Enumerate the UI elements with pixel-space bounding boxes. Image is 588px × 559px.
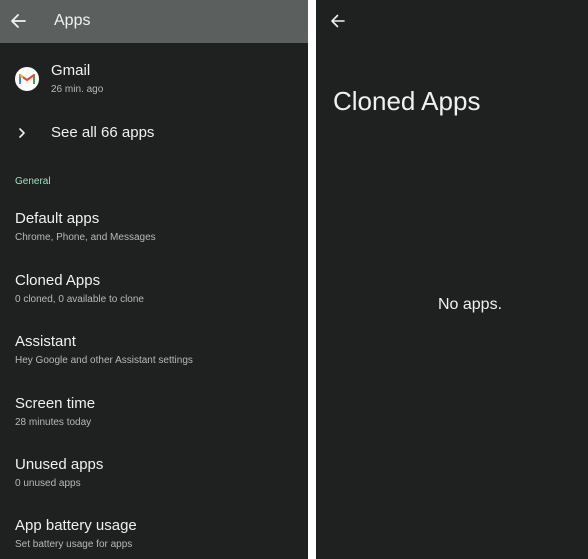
setting-unused-apps[interactable]: Unused apps 0 unused apps: [0, 456, 308, 506]
back-arrow-icon[interactable]: [9, 11, 27, 31]
setting-title: Assistant: [15, 333, 76, 350]
setting-title: App battery usage: [15, 517, 137, 534]
setting-summary: 0 unused apps: [15, 478, 81, 489]
apps-settings-screen: Apps Gmail 26 min. ago See all 66 apps G…: [0, 0, 308, 559]
setting-screen-time[interactable]: Screen time 28 minutes today: [0, 395, 308, 445]
page-title: Cloned Apps: [333, 86, 481, 116]
setting-summary: Set battery usage for apps: [15, 539, 133, 550]
see-all-apps-button[interactable]: See all 66 apps: [0, 116, 308, 150]
setting-summary: Chrome, Phone, and Messages: [15, 232, 156, 243]
setting-title: Screen time: [15, 395, 96, 412]
setting-summary: 28 minutes today: [15, 417, 92, 428]
recent-app-time: 26 min. ago: [51, 84, 104, 95]
setting-summary: 0 cloned, 0 available to clone: [15, 294, 144, 305]
setting-cloned-apps[interactable]: Cloned Apps 0 cloned, 0 available to clo…: [0, 272, 308, 322]
setting-title: Unused apps: [15, 456, 104, 473]
chevron-right-icon: [18, 126, 26, 144]
setting-summary: Hey Google and other Assistant settings: [15, 355, 193, 366]
empty-state-message: No apps.: [437, 296, 503, 313]
gmail-icon: [15, 67, 39, 91]
setting-default-apps[interactable]: Default apps Chrome, Phone, and Messages: [0, 210, 308, 260]
page-title: Apps: [54, 12, 91, 29]
setting-app-battery-usage[interactable]: App battery usage Set battery usage for …: [0, 517, 308, 559]
setting-title: Cloned Apps: [15, 272, 101, 289]
setting-title: Default apps: [15, 210, 100, 227]
see-all-apps-label: See all 66 apps: [51, 124, 155, 141]
app-bar: Apps: [0, 0, 308, 43]
back-arrow-icon[interactable]: [330, 12, 346, 35]
recent-app-gmail[interactable]: Gmail 26 min. ago: [0, 56, 308, 106]
setting-assistant[interactable]: Assistant Hey Google and other Assistant…: [0, 333, 308, 383]
recent-app-name: Gmail: [51, 62, 91, 79]
section-header-general: General: [15, 176, 51, 187]
cloned-apps-screen: Cloned Apps No apps.: [316, 0, 588, 559]
